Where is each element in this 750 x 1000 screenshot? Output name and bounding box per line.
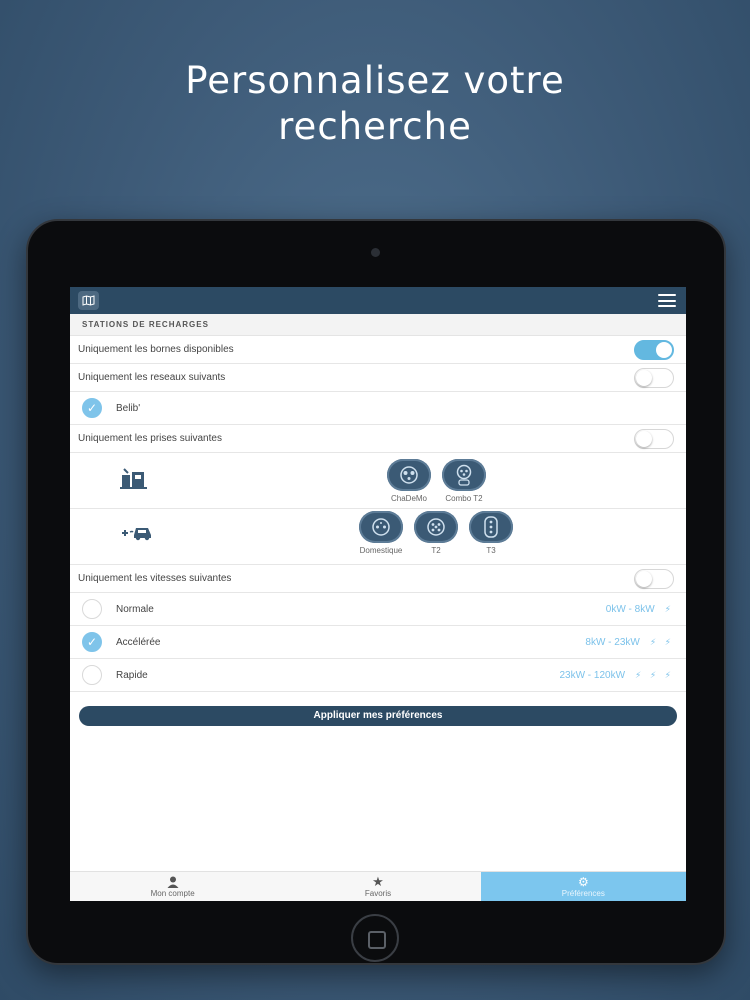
tab-mon-compte-label: Mon compte <box>150 888 195 898</box>
speed-acceleree-label: Accélérée <box>116 636 161 648</box>
bolt-icon: ⚡ ⚡ <box>649 636 674 647</box>
speed-normale-range: 0kW - 8kW ⚡ <box>606 604 674 615</box>
tab-favoris-label: Favoris <box>364 888 392 898</box>
top-nav-bar <box>70 287 686 314</box>
filter-available-label: Uniquement les bornes disponibles <box>78 344 234 355</box>
speed-rapide-checkbox[interactable] <box>82 665 102 685</box>
filter-speeds-label: Uniquement les vitesses suivantes <box>78 573 232 584</box>
network-item-belib[interactable]: ✓ Belib' <box>70 392 686 425</box>
bolt-icon: ⚡ <box>664 603 674 614</box>
user-icon <box>167 876 179 888</box>
combo-t2-icon <box>442 459 486 491</box>
filter-available-toggle[interactable] <box>634 339 674 360</box>
speed-acceleree-range-text: 8kW - 23kW <box>585 636 640 648</box>
speed-rapide-range: 23kW - 120kW ⚡ ⚡ ⚡ <box>559 670 674 681</box>
filter-networks-toggle[interactable] <box>634 367 674 388</box>
speed-normale-range-text: 0kW - 8kW <box>605 603 655 615</box>
tab-preferences-label: Préférences <box>561 888 605 898</box>
filter-plugs-label: Uniquement les prises suivantes <box>78 433 222 444</box>
speed-acceleree-range: 8kW - 23kW ⚡ ⚡ <box>585 637 674 648</box>
t2-plug-icon <box>414 511 458 543</box>
plug-t3-label: T3 <box>486 546 496 555</box>
filter-plugs-row: Uniquement les prises suivantes <box>70 425 686 453</box>
speed-normale-checkbox[interactable] <box>82 599 102 619</box>
hamburger-menu-icon[interactable] <box>658 294 676 307</box>
tablet-frame: STATIONS DE RECHARGES Uniquement les bor… <box>26 219 726 965</box>
plug-combo-t2[interactable]: Combo T2 <box>434 459 494 503</box>
plug-domestique[interactable]: Domestique <box>351 511 411 555</box>
plug-t2[interactable]: T2 <box>406 511 466 555</box>
hero-title-line1: Personnalisez votre <box>185 59 565 102</box>
camera <box>371 248 380 257</box>
speed-normale-label: Normale <box>116 603 154 615</box>
charging-station-icon <box>120 467 148 494</box>
tab-preferences[interactable]: ⚙ Préférences <box>480 872 686 901</box>
plug-group-fast: ChaDeMo Combo T2 <box>70 453 686 509</box>
filter-networks-row: Uniquement les reseaux suivants <box>70 364 686 392</box>
chademo-icon <box>387 459 431 491</box>
network-belib-label: Belib' <box>116 402 141 414</box>
hero-title-line2: recherche <box>278 105 472 148</box>
star-icon: ★ <box>372 873 384 889</box>
speed-item-rapide[interactable]: Rapide 23kW - 120kW ⚡ ⚡ ⚡ <box>70 659 686 692</box>
bolt-icon: ⚡ ⚡ ⚡ <box>635 669 674 680</box>
car-plug-icon <box>120 521 154 546</box>
plug-combo-t2-label: Combo T2 <box>445 494 483 503</box>
plug-chademo[interactable]: ChaDeMo <box>379 459 439 503</box>
speed-item-normale[interactable]: Normale 0kW - 8kW ⚡ <box>70 593 686 626</box>
plug-domestique-label: Domestique <box>359 546 403 555</box>
map-icon[interactable] <box>78 291 99 310</box>
plug-t3[interactable]: T3 <box>461 511 521 555</box>
gear-icon: ⚙ <box>577 874 589 889</box>
speed-rapide-range-text: 23kW - 120kW <box>559 669 626 681</box>
app-screen: STATIONS DE RECHARGES Uniquement les bor… <box>70 287 686 901</box>
network-belib-checkbox[interactable]: ✓ <box>82 398 102 418</box>
plug-group-standard: Domestique T2 T3 <box>70 509 686 565</box>
filter-plugs-toggle[interactable] <box>634 428 674 449</box>
tab-favoris[interactable]: ★ Favoris <box>275 872 480 901</box>
hero-title: Personnalisez votre recherche <box>0 58 750 150</box>
bottom-tab-bar: Mon compte ★ Favoris ⚙ Préférences <box>70 871 686 901</box>
home-button[interactable] <box>351 914 399 962</box>
apply-preferences-button[interactable]: Appliquer mes préférences <box>79 706 677 726</box>
section-title: STATIONS DE RECHARGES <box>70 314 686 336</box>
filter-speeds-row: Uniquement les vitesses suivantes <box>70 565 686 593</box>
plug-t2-label: T2 <box>431 546 441 555</box>
tab-mon-compte[interactable]: Mon compte <box>70 872 275 901</box>
t3-plug-icon <box>469 511 513 543</box>
speed-acceleree-checkbox[interactable]: ✓ <box>82 632 102 652</box>
filter-available-row: Uniquement les bornes disponibles <box>70 336 686 364</box>
domestic-plug-icon <box>359 511 403 543</box>
speed-rapide-label: Rapide <box>116 669 148 681</box>
plug-chademo-label: ChaDeMo <box>390 494 427 503</box>
speed-item-acceleree[interactable]: ✓ Accélérée 8kW - 23kW ⚡ ⚡ <box>70 626 686 659</box>
filter-speeds-toggle[interactable] <box>634 568 674 589</box>
filter-networks-label: Uniquement les reseaux suivants <box>78 372 226 383</box>
